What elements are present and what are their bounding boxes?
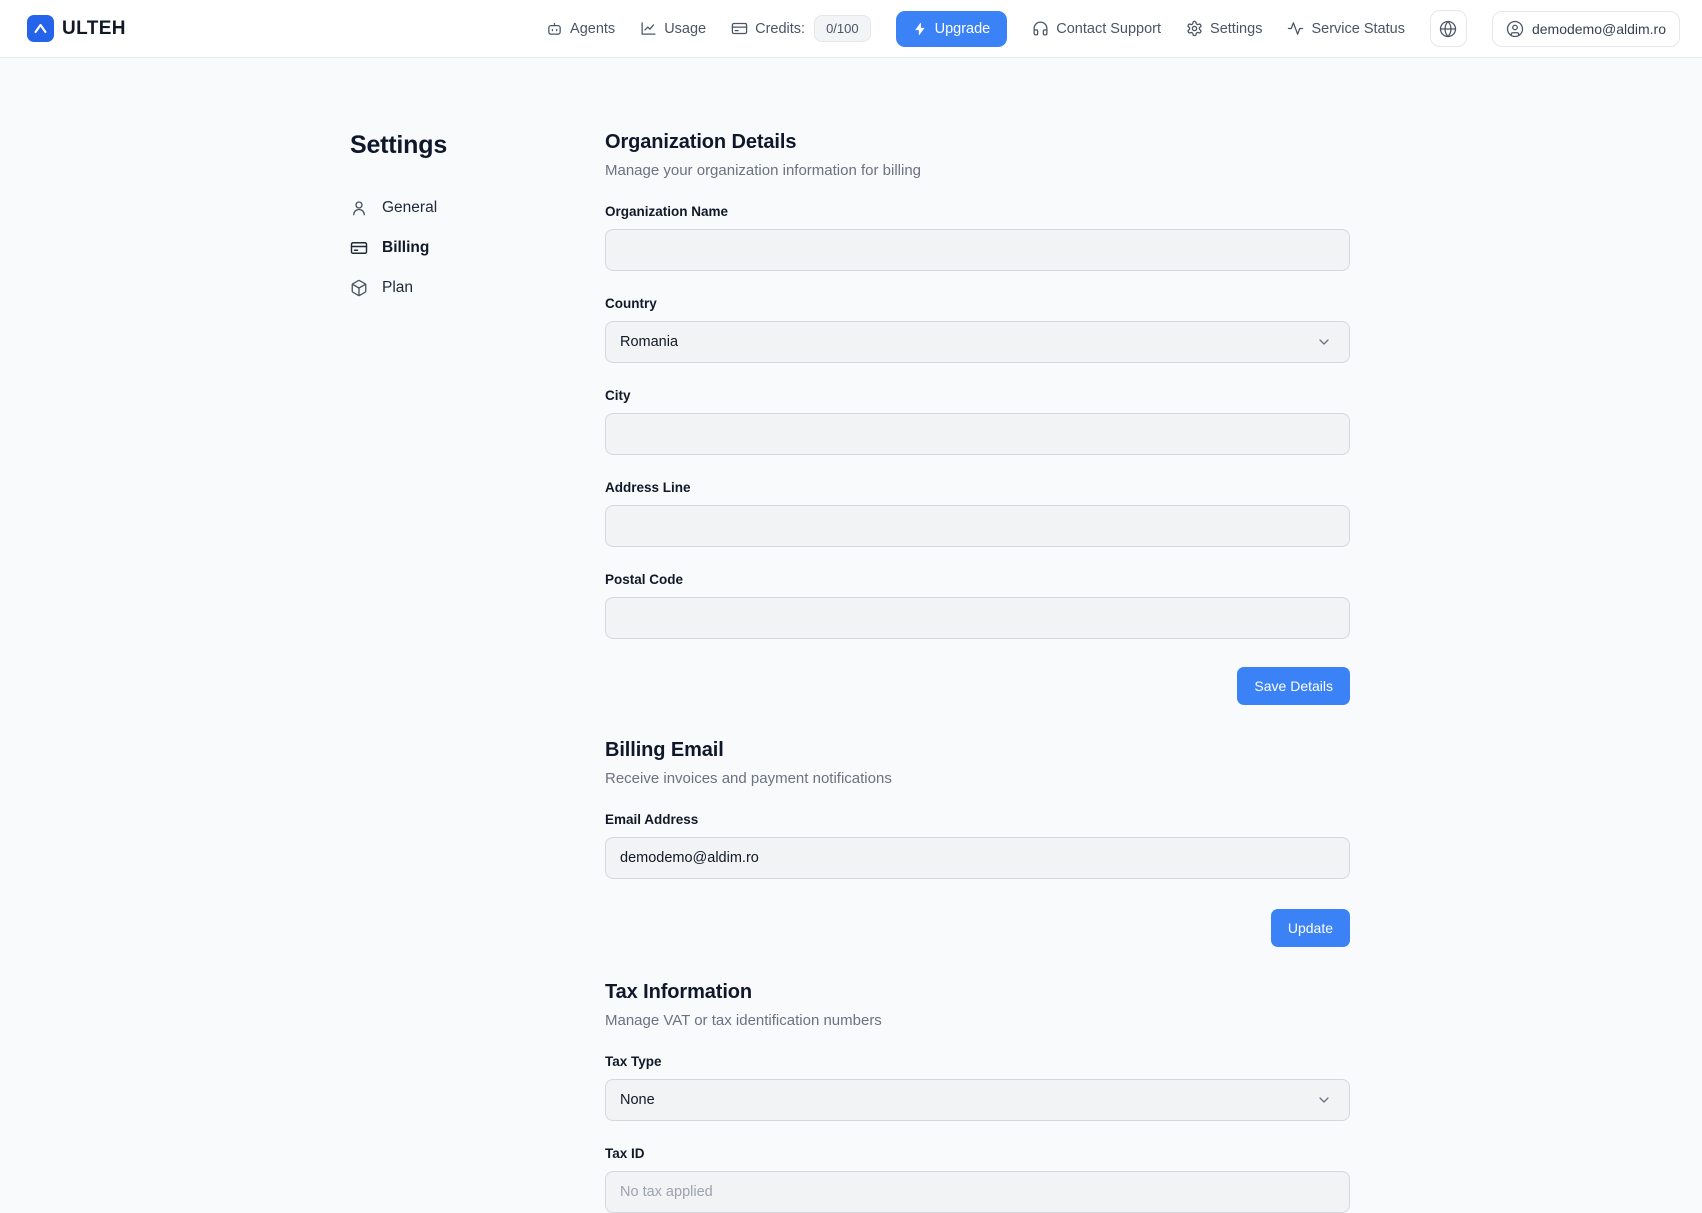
chevron-down-icon <box>1316 1092 1332 1108</box>
nav-service-status-label: Service Status <box>1311 21 1405 37</box>
sidebar-item-label: General <box>382 199 437 217</box>
save-details-button[interactable]: Save Details <box>1237 667 1350 705</box>
page-title: Settings <box>350 131 605 160</box>
credits-indicator[interactable]: Credits: 0/100 <box>731 15 871 42</box>
section-subtitle: Receive invoices and payment notificatio… <box>605 770 1350 787</box>
chart-icon <box>640 20 657 37</box>
organization-name-field: Organization Name <box>605 204 1350 271</box>
activity-icon <box>1287 20 1304 37</box>
organization-name-label: Organization Name <box>605 204 1350 219</box>
billing-email-section: Billing Email Receive invoices and payme… <box>605 739 1350 947</box>
section-title: Tax Information <box>605 981 1350 1004</box>
address-field: Address Line <box>605 480 1350 547</box>
nav-contact-support[interactable]: Contact Support <box>1032 20 1161 37</box>
chevron-down-icon <box>1316 334 1332 350</box>
city-label: City <box>605 388 1350 403</box>
sidebar-item-general[interactable]: General <box>350 194 605 222</box>
country-selected-value: Romania <box>620 334 678 350</box>
sidebar-item-plan[interactable]: Plan <box>350 274 605 302</box>
section-subtitle: Manage your organization information for… <box>605 162 1350 179</box>
package-icon <box>350 279 368 297</box>
postal-code-input[interactable] <box>605 597 1350 639</box>
billing-settings-content: Organization Details Manage your organiz… <box>605 131 1350 1213</box>
credit-card-icon <box>350 239 368 257</box>
update-email-button[interactable]: Update <box>1271 909 1350 947</box>
email-address-label: Email Address <box>605 812 1350 827</box>
tax-type-selected-value: None <box>620 1092 655 1108</box>
upgrade-button[interactable]: Upgrade <box>896 11 1008 47</box>
email-address-input[interactable] <box>605 837 1350 879</box>
top-navigation-bar: ULTEH Agents Usage Credits: 0/100 Upgrad… <box>0 0 1702 58</box>
country-field: Country Romania <box>605 296 1350 363</box>
nav-usage-label: Usage <box>664 21 706 37</box>
country-select[interactable]: Romania <box>605 321 1350 363</box>
nav-contact-support-label: Contact Support <box>1056 21 1161 37</box>
organization-details-section: Organization Details Manage your organiz… <box>605 131 1350 705</box>
ulteh-logo-icon <box>27 15 54 42</box>
tax-id-input[interactable] <box>605 1171 1350 1213</box>
tax-type-label: Tax Type <box>605 1054 1350 1069</box>
update-email-row: Update <box>605 909 1350 947</box>
sidebar-item-label: Billing <box>382 239 429 257</box>
nav-agents[interactable]: Agents <box>546 20 615 37</box>
address-line-input[interactable] <box>605 505 1350 547</box>
section-title: Billing Email <box>605 739 1350 762</box>
postal-code-label: Postal Code <box>605 572 1350 587</box>
robot-icon <box>546 20 563 37</box>
city-input[interactable] <box>605 413 1350 455</box>
settings-page: Settings General Billing Plan Organizati… <box>0 58 1702 1213</box>
tax-type-select[interactable]: None <box>605 1079 1350 1121</box>
save-details-row: Save Details <box>605 667 1350 705</box>
sidebar-item-label: Plan <box>382 279 413 297</box>
nav-usage[interactable]: Usage <box>640 20 706 37</box>
user-icon <box>350 199 368 217</box>
section-subtitle: Manage VAT or tax identification numbers <box>605 1012 1350 1029</box>
nav-settings-label: Settings <box>1210 21 1262 37</box>
headset-icon <box>1032 20 1049 37</box>
sidebar-item-billing[interactable]: Billing <box>350 234 605 262</box>
brand-name: ULTEH <box>62 18 126 40</box>
address-line-label: Address Line <box>605 480 1350 495</box>
header-nav: Agents Usage Credits: 0/100 Upgrade Cont… <box>546 10 1680 47</box>
credits-badge: 0/100 <box>814 15 871 42</box>
bolt-icon <box>913 22 927 36</box>
country-label: Country <box>605 296 1350 311</box>
tax-information-section: Tax Information Manage VAT or tax identi… <box>605 981 1350 1213</box>
city-field: City <box>605 388 1350 455</box>
settings-sidebar: Settings General Billing Plan <box>350 131 605 1213</box>
language-button[interactable] <box>1430 10 1467 47</box>
postal-code-field: Postal Code <box>605 572 1350 639</box>
organization-name-input[interactable] <box>605 229 1350 271</box>
gear-icon <box>1186 20 1203 37</box>
tax-id-label: Tax ID <box>605 1146 1350 1161</box>
tax-id-field: Tax ID <box>605 1146 1350 1213</box>
nav-settings[interactable]: Settings <box>1186 20 1262 37</box>
account-menu-button[interactable]: demodemo@aldim.ro <box>1492 11 1680 47</box>
section-title: Organization Details <box>605 131 1350 154</box>
credit-card-icon <box>731 20 748 37</box>
tax-type-field: Tax Type None <box>605 1054 1350 1121</box>
nav-agents-label: Agents <box>570 21 615 37</box>
brand[interactable]: ULTEH <box>27 15 126 42</box>
globe-icon <box>1439 20 1457 38</box>
user-circle-icon <box>1506 20 1524 38</box>
upgrade-label: Upgrade <box>935 21 991 37</box>
credits-label: Credits: <box>755 21 805 37</box>
nav-service-status[interactable]: Service Status <box>1287 20 1405 37</box>
account-email: demodemo@aldim.ro <box>1532 21 1666 37</box>
email-address-field: Email Address <box>605 812 1350 879</box>
